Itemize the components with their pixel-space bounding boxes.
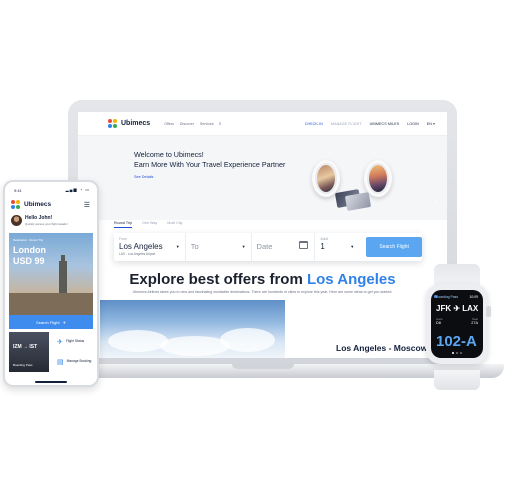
laptop-screen: Ubimecs Offers Discover Services ⌕ CHECK… (78, 112, 447, 358)
phone-search-label: Search Flight (36, 319, 60, 325)
chevron-down-icon: ▼ (241, 244, 246, 249)
offers-title-city: Los Angeles (306, 271, 396, 288)
laptop-frame: Ubimecs Offers Discover Services ⌕ CHECK… (68, 100, 457, 372)
to-placeholder: To (190, 242, 199, 251)
chevron-down-icon: ▼ (175, 244, 180, 249)
nav-check-in[interactable]: CHECK-IN (305, 122, 323, 126)
nav-link-discover[interactable]: Discover (180, 122, 194, 126)
brand-name: Ubimecs (121, 120, 151, 127)
language-select[interactable]: EN ▾ (427, 122, 435, 126)
nav-link-services[interactable]: Services (200, 122, 214, 126)
flight-status-tile[interactable]: ✈ Flight Status (53, 332, 93, 352)
nav-link-offers[interactable]: Offers (164, 122, 174, 126)
search-icon[interactable]: ⌕ (219, 121, 222, 127)
offer-route-title[interactable]: Los Angeles - Moscow (336, 343, 427, 353)
phone-frame: 9:41 ▂▄▆ ◔ ▭ Ubimecs ☰ Hello John! Quick… (3, 180, 99, 387)
gate-value: D8 (436, 321, 441, 325)
watch-screen: Boarding Pass 10:09 JFK ✈ LAX Gate Seat … (431, 290, 483, 358)
trip-type-tabs: Round Trip One Way Multi City (114, 221, 182, 228)
nav-miles[interactable]: UBIMECS MILES (370, 122, 399, 126)
adult-label: Adult (320, 237, 329, 241)
nav-login[interactable]: LOGIN (407, 122, 419, 126)
tab-multi-city[interactable]: Multi City (167, 221, 182, 228)
avatar[interactable] (11, 215, 22, 226)
hero-title: Welcome to Ubimecs! (134, 150, 204, 159)
chevron-down-icon: ▼ (350, 244, 355, 249)
offers-description: Ubimecs Airlines takes you to new and fa… (132, 290, 393, 294)
search-flight-button[interactable]: Search Flight (366, 237, 422, 257)
boarding-pass-tile[interactable]: IZM → IST Boarding Pass (9, 332, 49, 372)
airplane-window-image (364, 160, 392, 197)
from-field[interactable]: From Los Angeles LAX - Los Angeles Airpo… (114, 233, 186, 261)
hamburger-menu-icon[interactable]: ☰ (84, 201, 90, 209)
card-label: Destination - Round Trip (13, 238, 44, 242)
watch-app-title: Boarding Pass (436, 295, 459, 299)
adult-field[interactable]: Adult 1 ▼ (315, 233, 359, 261)
to-field[interactable]: To ▼ (186, 233, 252, 261)
watch-crown[interactable] (486, 306, 491, 317)
seat-code: 102-A (436, 333, 477, 350)
sky-image (100, 300, 285, 358)
brand-logo[interactable]: Ubimecs (108, 119, 150, 128)
page-dots (452, 352, 462, 354)
adult-value: 1 (320, 242, 325, 251)
manage-booking-label: Manage Booking (66, 359, 92, 364)
date-field[interactable]: Date (252, 233, 316, 261)
watch-time: 10:09 (469, 295, 479, 299)
airplane-window-image (312, 160, 340, 197)
plane-icon: ✈ (57, 339, 63, 346)
manage-booking-tile[interactable]: ▤ Manage Booking (53, 352, 93, 372)
watch-route: JFK ✈ LAX (436, 304, 479, 313)
top-navigation: Ubimecs Offers Discover Services ⌕ CHECK… (78, 112, 447, 136)
greeting-subtitle: Quickly access your flight details! (25, 222, 68, 226)
flight-search-bar: From Los Angeles LAX - Los Angeles Airpo… (114, 233, 422, 261)
credit-card-image (344, 192, 372, 211)
nav-actions: CHECK-IN MANAGE FLIGHT UBIMECS MILES LOG… (305, 122, 435, 126)
from-value: Los Angeles (119, 242, 163, 251)
nav-manage-flight[interactable]: MANAGE FLIGHT (331, 122, 362, 126)
home-indicator[interactable] (35, 381, 67, 383)
from-airport: LAX - Los Angeles Airport (119, 252, 156, 256)
card-price: USD 99 (13, 256, 45, 266)
logo-icon (108, 119, 117, 128)
boarding-route: IZM → IST (13, 344, 38, 350)
phone-search-flight-button[interactable]: Search Flight ✈ (9, 315, 93, 329)
offers-title: Explore best offers from Los Angeles (78, 271, 447, 288)
logo-icon (11, 200, 20, 209)
hero-subtitle: Earn More With Your Travel Experience Pa… (134, 160, 286, 169)
tab-round-trip[interactable]: Round Trip (114, 221, 133, 228)
flight-status-label: Flight Status (65, 339, 85, 344)
see-details-link[interactable]: See Details (134, 175, 153, 179)
tab-one-way[interactable]: One Way (142, 221, 157, 228)
phone-brand-name: Ubimecs (24, 201, 52, 208)
phone-brand-logo[interactable]: Ubimecs (11, 200, 51, 209)
calendar-icon (299, 241, 309, 249)
greeting: Hello John! (25, 215, 53, 221)
watch-band (434, 370, 480, 390)
laptop-notch (232, 364, 294, 369)
boarding-pass-label: Boarding Pass (13, 363, 33, 367)
from-label: From (119, 237, 127, 241)
chevron-right-icon[interactable]: › (435, 196, 438, 205)
offers-title-prefix: Explore best offers from (129, 271, 303, 288)
nav-links: Offers Discover Services (164, 122, 214, 126)
document-icon: ▤ (57, 359, 64, 366)
destination-card[interactable]: Destination - Round Trip London USD 99 (9, 233, 93, 316)
seat-value: 27A (471, 321, 478, 325)
card-city: London (13, 245, 46, 255)
status-icons: ▂▄▆ ◔ ▭ (65, 187, 90, 192)
plane-icon: ✈ (62, 319, 66, 325)
status-time: 9:41 (14, 188, 22, 193)
